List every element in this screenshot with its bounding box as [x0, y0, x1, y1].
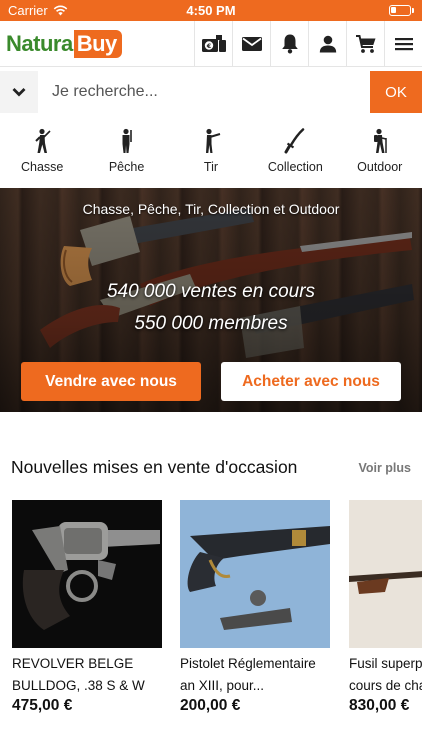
category-outdoor[interactable]: Outdoor [338, 128, 422, 174]
listing-card[interactable]: REVOLVER BELGE BULLDOG, .38 S & W 475,00… [12, 500, 162, 715]
listing-title[interactable]: REVOLVER BELGE BULLDOG, .38 S & W [12, 653, 162, 697]
messages-button[interactable] [232, 20, 270, 67]
listing-photo[interactable] [349, 500, 422, 648]
hunter-icon [35, 128, 51, 153]
search-bar: OK [0, 71, 422, 113]
listing-price: 475,00 € [12, 697, 73, 714]
fisherman-icon [122, 128, 132, 153]
naturabuy-logo[interactable]: Natura Buy [6, 27, 122, 61]
category-peche[interactable]: Pêche [85, 128, 169, 174]
mail-icon [241, 36, 262, 51]
sword-icon [284, 128, 305, 154]
search-filter-toggle[interactable] [0, 71, 38, 113]
menu-icon [394, 37, 413, 50]
hero-banner: Chasse, Pêche, Tir, Collection et Outdoo… [0, 188, 422, 412]
category-label: Outdoor [357, 160, 403, 174]
account-button[interactable] [308, 20, 346, 67]
listing-title[interactable]: Pistolet Réglementaire an XIII, pour... [180, 653, 330, 697]
chevron-down-icon [12, 88, 26, 97]
category-label: Pêche [108, 160, 145, 174]
listing-title[interactable]: Fusil superposé en cours de change... [349, 653, 422, 697]
carrier-label: Carrier [8, 3, 48, 18]
category-chasse[interactable]: Chasse [0, 128, 84, 174]
battery-icon [389, 5, 414, 16]
cart-button[interactable] [346, 20, 384, 67]
category-nav: Chasse Pêche Tir Collection Outdoor [0, 119, 422, 183]
category-label: Tir [203, 160, 219, 174]
sell-currency-icon: € [201, 34, 226, 52]
logo-text-buy: Buy [73, 29, 122, 58]
category-tir[interactable]: Tir [169, 128, 253, 174]
hero-tagline: Chasse, Pêche, Tir, Collection et Outdoo… [82, 201, 340, 217]
app-header: Natura Buy € [0, 20, 422, 67]
listing-price: 200,00 € [180, 697, 241, 714]
category-label: Chasse [20, 160, 64, 174]
search-submit-button[interactable]: OK [370, 71, 422, 113]
menu-button[interactable] [384, 20, 422, 67]
notifications-button[interactable] [270, 20, 308, 67]
listings-carousel: REVOLVER BELGE BULLDOG, .38 S & W 475,00… [0, 500, 422, 750]
header-actions: € [194, 20, 422, 67]
section-title: Nouvelles mises en vente d'occasion [11, 457, 298, 477]
hero-members-count: 550 000 membres [134, 313, 288, 334]
svg-text:€: € [205, 42, 211, 50]
cart-icon [355, 34, 375, 53]
logo-text-natura: Natura [6, 30, 73, 56]
listing-photo[interactable] [12, 500, 162, 648]
user-icon [319, 35, 336, 52]
status-bar: Carrier 4:50 PM [0, 0, 422, 21]
sell-with-us-button[interactable]: Vendre avec nous [21, 362, 201, 401]
listing-card[interactable]: Fusil superposé en cours de change... 83… [349, 500, 422, 715]
listing-photo[interactable] [180, 500, 330, 648]
search-input[interactable] [38, 71, 370, 113]
hero-sales-count: 540 000 ventes en cours [106, 281, 316, 302]
hiker-icon [373, 128, 387, 153]
bell-icon [281, 34, 298, 54]
sell-button[interactable]: € [194, 20, 232, 67]
category-collection[interactable]: Collection [253, 128, 337, 174]
see-more-link[interactable]: Voir plus [358, 461, 411, 475]
shooter-icon [205, 128, 221, 153]
listing-price: 830,00 € [349, 697, 410, 714]
buy-with-us-button[interactable]: Acheter avec nous [221, 362, 401, 401]
wifi-icon [53, 5, 67, 16]
category-label: Collection [267, 160, 323, 174]
carrier-info: Carrier [8, 3, 68, 18]
listing-card[interactable]: Pistolet Réglementaire an XIII, pour... … [180, 500, 330, 715]
